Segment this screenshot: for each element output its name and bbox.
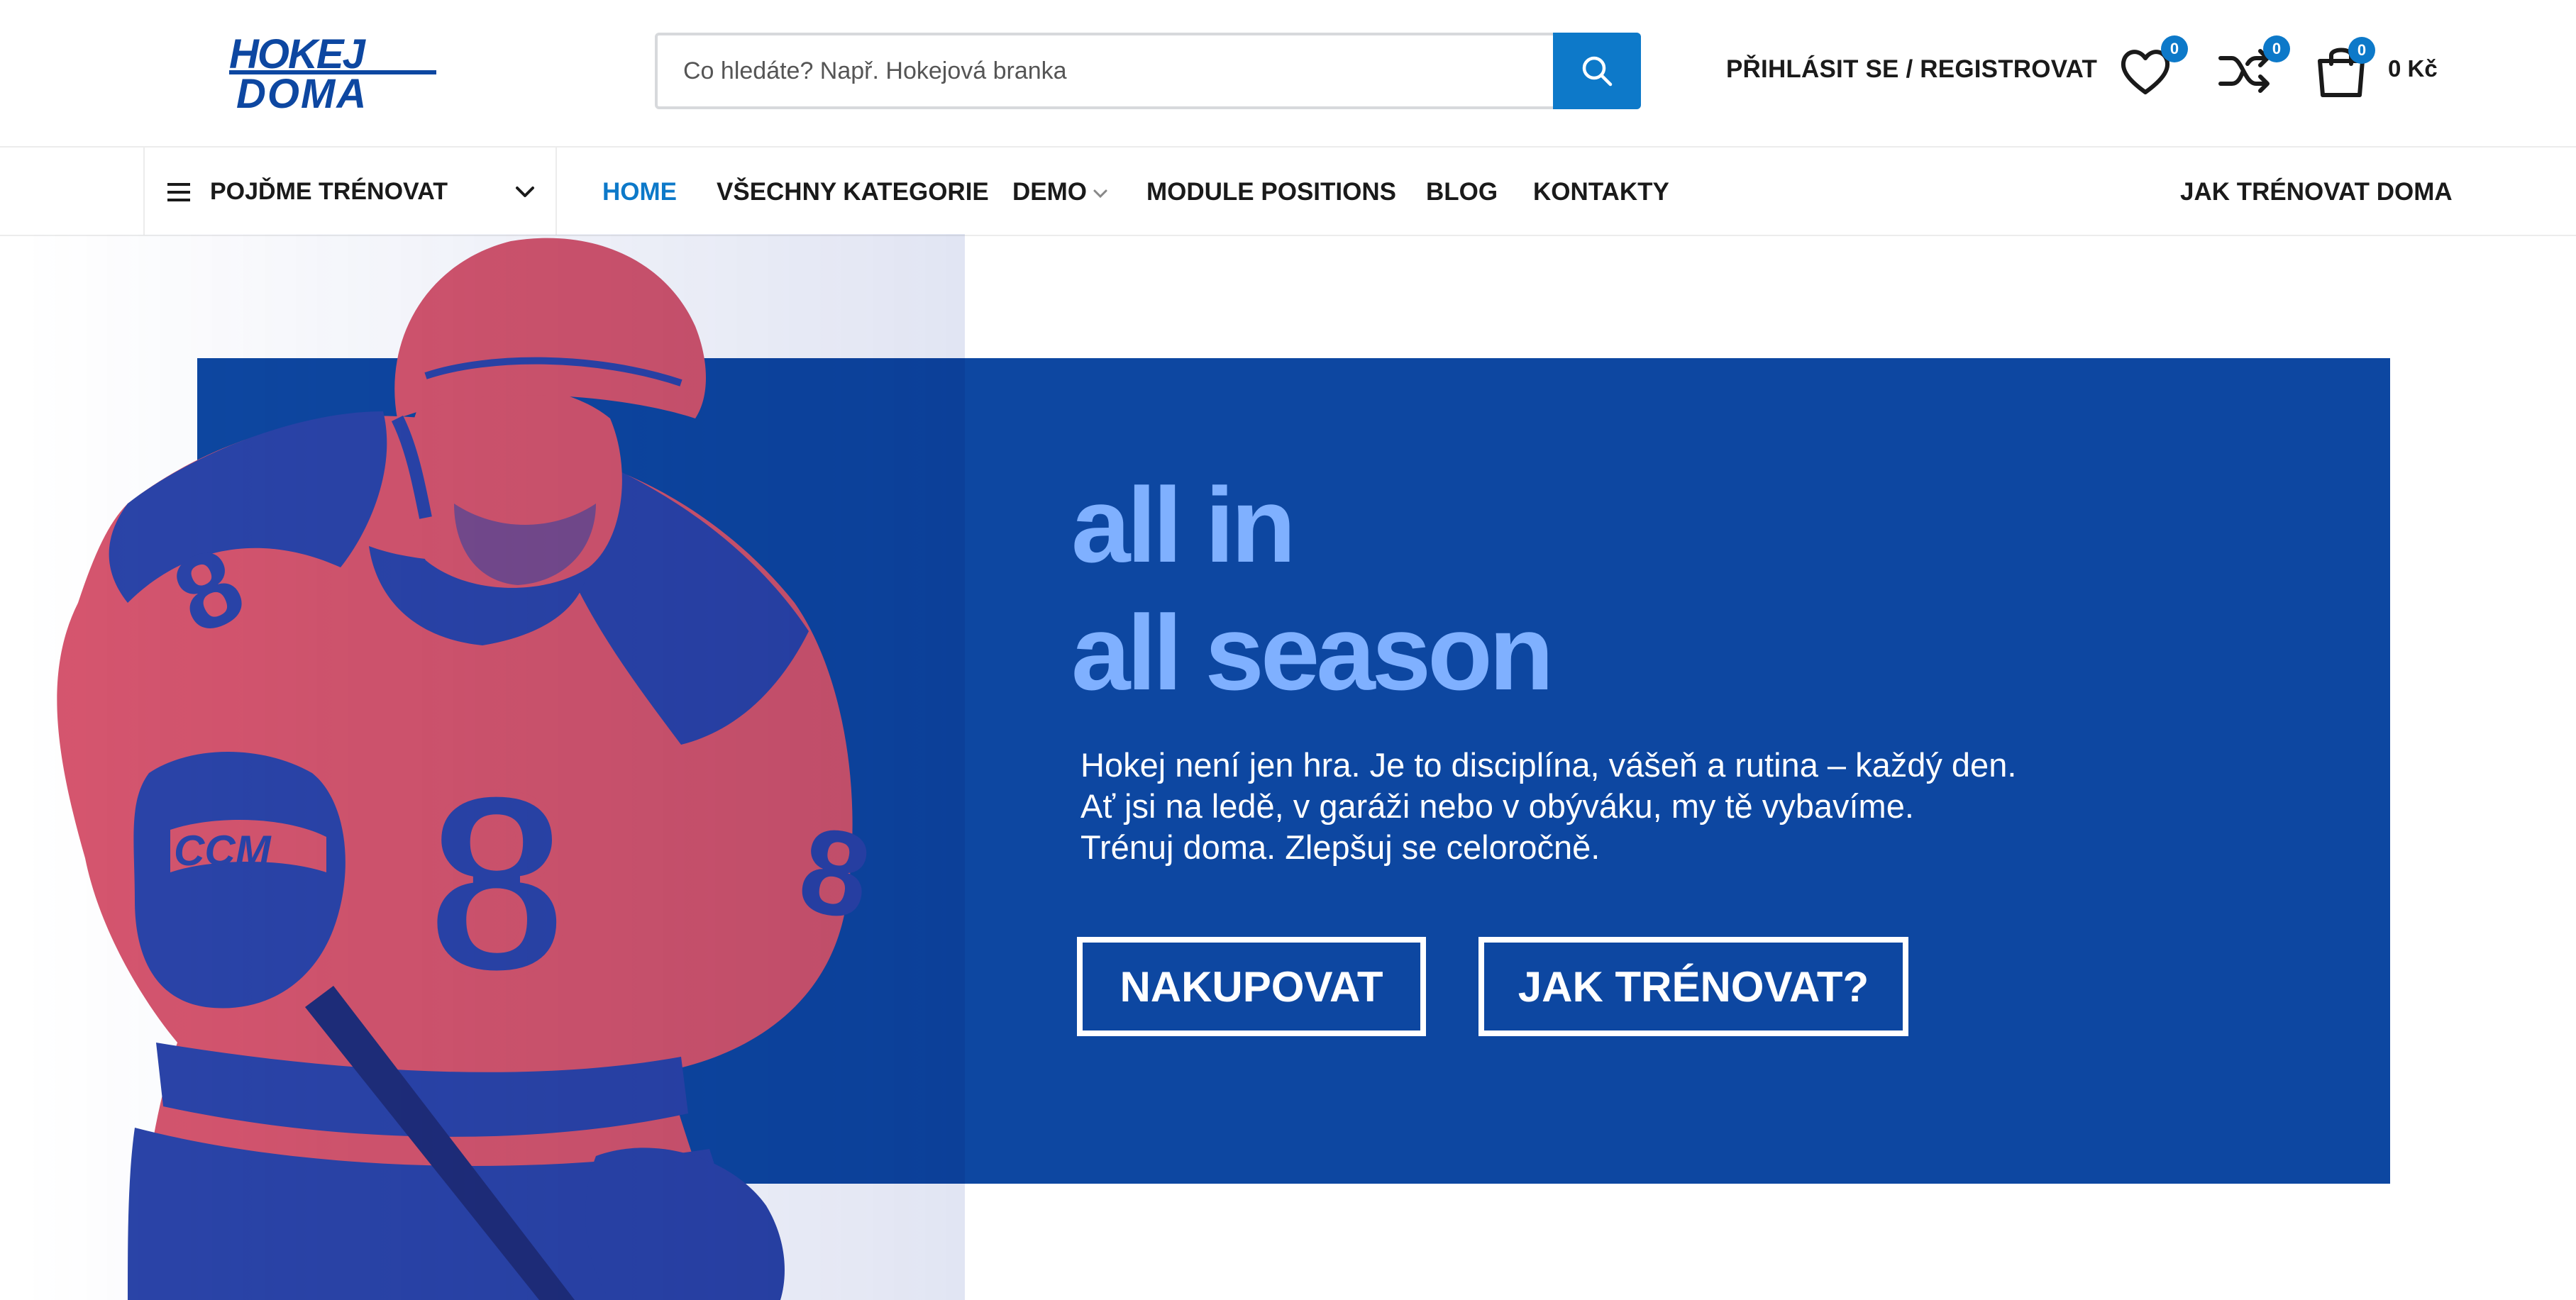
login-register-link[interactable]: PŘIHLÁSIT SE / REGISTROVAT: [1726, 55, 2097, 84]
svg-text:DOMA: DOMA: [236, 71, 367, 113]
category-menu-label: POJĎME TRÉNOVAT: [210, 178, 448, 205]
hero-headline-line2: all season: [1071, 593, 1554, 712]
nav-item-demo[interactable]: DEMO: [1012, 178, 1108, 206]
nav-link-training-at-home[interactable]: JAK TRÉNOVAT DOMA: [2180, 178, 2453, 206]
wishlist-button[interactable]: 0: [2117, 35, 2188, 99]
nav-item-home[interactable]: HOME: [602, 178, 677, 206]
hamburger-icon: [167, 183, 190, 201]
cart-total[interactable]: 0 Kč: [2388, 55, 2438, 82]
cart-button[interactable]: 0: [2313, 37, 2375, 99]
wishlist-count-badge: 0: [2161, 35, 2188, 62]
nav-item-blog[interactable]: BLOG: [1426, 178, 1498, 206]
search-button[interactable]: [1553, 33, 1641, 109]
cart-count-badge: 0: [2348, 37, 2375, 64]
search-box: [655, 33, 1641, 109]
how-to-train-button[interactable]: JAK TRÉNOVAT?: [1478, 937, 1908, 1036]
nav-item-demo-label: DEMO: [1012, 178, 1087, 206]
search-icon: [1582, 56, 1613, 87]
hero-description-line2: Ať jsi na ledě, v garáži nebo v obýváku,…: [1080, 787, 1914, 825]
hero-description-line1: Hokej není jen hra. Je to disciplína, vá…: [1080, 746, 2017, 784]
site-logo[interactable]: HOKEJ DOMA: [223, 31, 458, 113]
nav-item-kontakty[interactable]: KONTAKTY: [1533, 178, 1669, 206]
category-menu-toggle[interactable]: POJĎME TRÉNOVAT: [143, 148, 557, 236]
chevron-down-icon: [516, 187, 534, 197]
nav-item-all-categories[interactable]: VŠECHNY KATEGORIE: [717, 178, 989, 206]
hockey-player-image: CCM 8 8 8: [28, 234, 965, 1300]
search-input[interactable]: [658, 35, 1555, 106]
hero-headline-line1: all in: [1071, 465, 1296, 584]
chevron-down-icon: [1093, 189, 1107, 198]
compare-count-badge: 0: [2263, 35, 2290, 62]
main-navigation: POJĎME TRÉNOVAT HOME VŠECHNY KATEGORIE D…: [0, 146, 2576, 236]
shop-now-button[interactable]: NAKUPOVAT: [1077, 937, 1426, 1036]
hero-description-line3: Trénuj doma. Zlepšuj se celoročně.: [1080, 828, 1601, 866]
site-header: HOKEJ DOMA PŘIHLÁSIT SE / REGISTROVAT 0: [0, 0, 2576, 146]
nav-item-module-positions[interactable]: MODULE POSITIONS: [1146, 178, 1396, 206]
compare-button[interactable]: 0: [2216, 35, 2290, 99]
